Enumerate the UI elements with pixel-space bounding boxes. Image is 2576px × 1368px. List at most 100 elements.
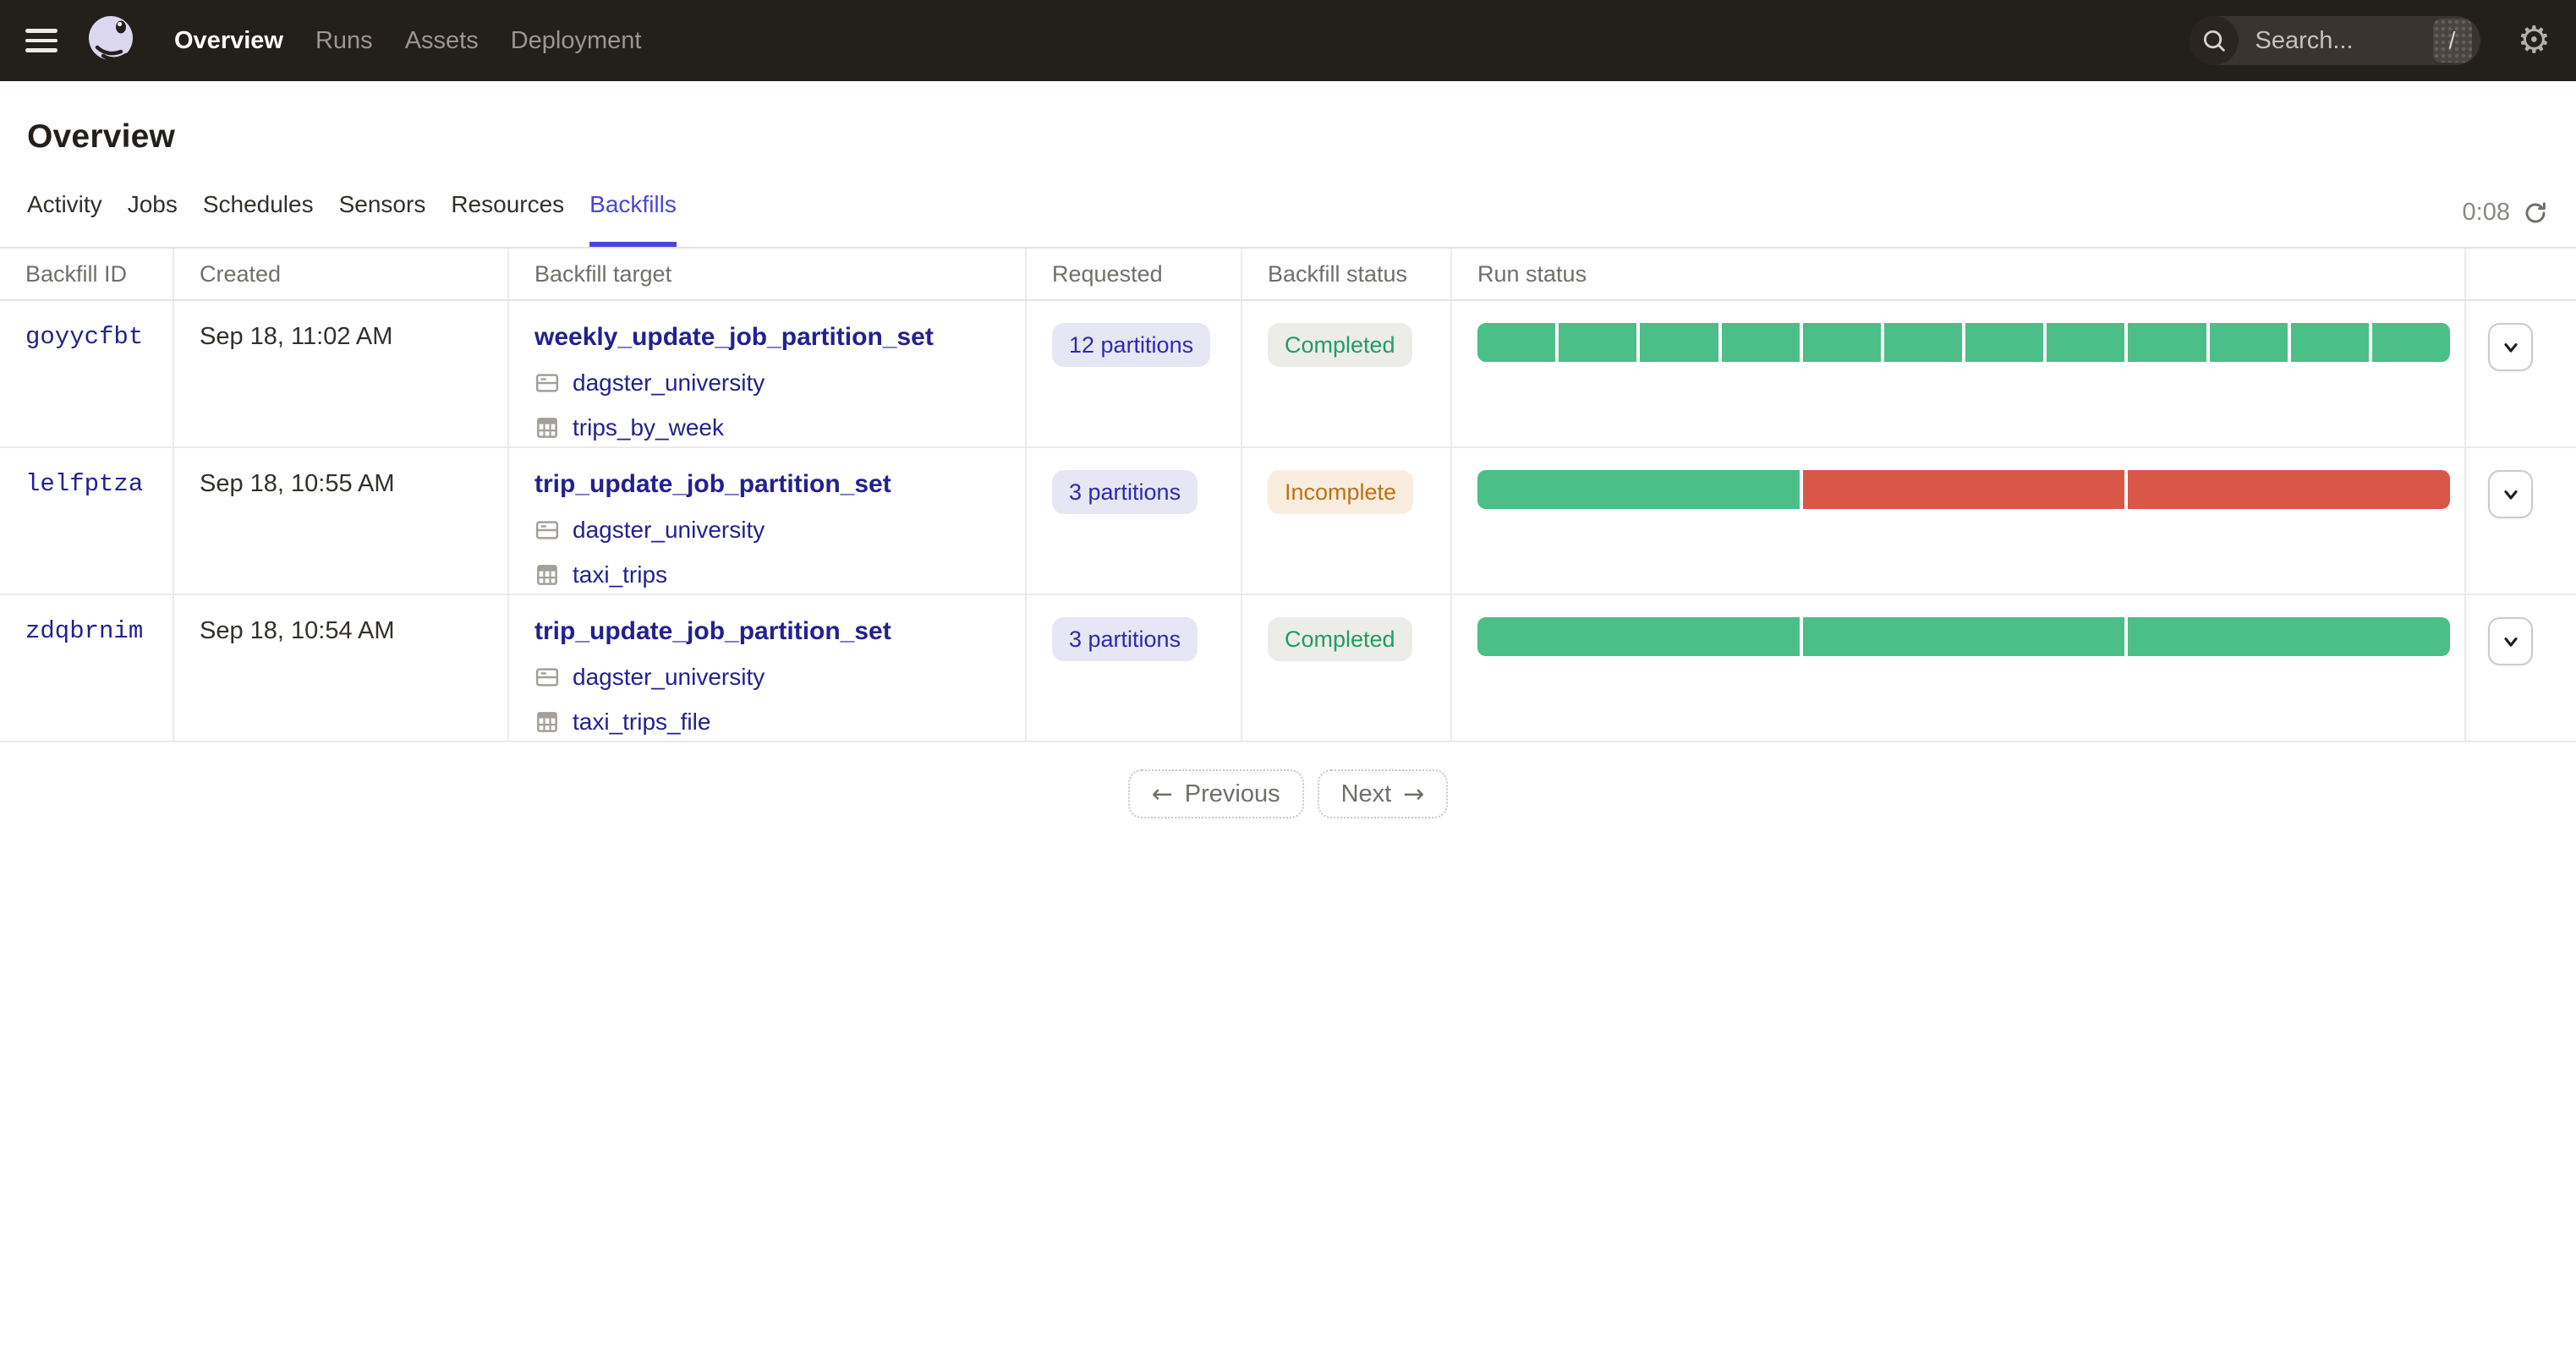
requested-badge[interactable]: 12 partitions xyxy=(1052,323,1211,368)
slash-shortcut-key: / xyxy=(2432,19,2472,63)
requested-badge[interactable]: 3 partitions xyxy=(1052,617,1198,662)
expand-row-button[interactable] xyxy=(2488,470,2533,518)
run-status-bar[interactable] xyxy=(1477,470,2450,509)
asset-link[interactable]: trips_by_week xyxy=(573,414,724,441)
run-segment[interactable] xyxy=(2047,323,2125,362)
table-row: lelfptza Sep 18, 10:55 AM trip_update_job_… xyxy=(0,448,2576,595)
code-location-link[interactable]: dagster_university xyxy=(573,517,765,544)
created-cell: Sep 18, 11:02 AM xyxy=(174,301,509,446)
nav-menu: Overview Runs Assets Deployment xyxy=(174,27,641,55)
requested-cell: 3 partitions xyxy=(1027,448,1242,594)
table-body: goyycfbt Sep 18, 11:02 AM weekly_update_jo… xyxy=(0,301,2576,742)
asset-link[interactable]: taxi_trips_file xyxy=(573,709,710,736)
table-row: zdqbrnim Sep 18, 10:54 AM trip_update_job_… xyxy=(0,595,2576,742)
created-cell: Sep 18, 10:54 AM xyxy=(174,595,509,741)
gear-icon[interactable]: ⚙ xyxy=(2518,22,2551,59)
backfill-id-link[interactable]: lelfptza xyxy=(25,470,143,498)
backfill-status-cell: Completed xyxy=(1242,301,1452,446)
run-segment[interactable] xyxy=(1559,323,1637,362)
asset-table-icon xyxy=(534,709,560,735)
tab-jobs[interactable]: Jobs xyxy=(128,191,178,247)
tab-schedules[interactable]: Schedules xyxy=(203,191,314,247)
col-run-status: Run status xyxy=(1452,249,2466,299)
nav-item-assets[interactable]: Assets xyxy=(405,27,479,55)
requested-badge[interactable]: 3 partitions xyxy=(1052,470,1198,515)
dagster-logo-icon[interactable] xyxy=(85,13,140,68)
run-segment[interactable] xyxy=(1477,323,1556,362)
tab-resources[interactable]: Resources xyxy=(451,191,564,247)
arrow-left-icon: ← xyxy=(1151,779,1173,809)
backfill-status-cell: Incomplete xyxy=(1242,448,1452,594)
run-segment[interactable] xyxy=(1477,617,1800,656)
run-segment[interactable] xyxy=(1640,323,1718,362)
previous-page-button[interactable]: ← Previous xyxy=(1127,769,1304,818)
tab-bar: Activity Jobs Schedules Sensors Resource… xyxy=(27,191,2549,247)
job-icon xyxy=(534,370,560,396)
refresh-icon[interactable] xyxy=(2522,200,2549,227)
nav-item-deployment[interactable]: Deployment xyxy=(511,27,642,55)
backfill-id-link[interactable]: goyycfbt xyxy=(25,323,143,351)
backfill-target-cell: trip_update_job_partition_set dagster_uni… xyxy=(509,448,1027,594)
run-segment[interactable] xyxy=(2128,323,2206,362)
run-segment[interactable] xyxy=(1802,323,1881,362)
actions-cell xyxy=(2466,595,2576,741)
run-segment[interactable] xyxy=(2128,470,2450,509)
run-status-cell xyxy=(1452,448,2466,594)
run-segment[interactable] xyxy=(2371,323,2450,362)
backfill-target-link[interactable]: trip_update_job_partition_set xyxy=(534,470,891,499)
backfills-table: Backfill ID Created Backfill target Requ… xyxy=(0,247,2576,742)
run-segment[interactable] xyxy=(1883,323,1963,362)
run-segment[interactable] xyxy=(1802,470,2125,509)
actions-cell xyxy=(2466,448,2576,594)
col-created: Created xyxy=(174,249,509,299)
top-nav: Overview Runs Assets Deployment Search..… xyxy=(0,0,2576,81)
next-page-button[interactable]: Next → xyxy=(1317,769,1449,818)
run-status-cell xyxy=(1452,301,2466,446)
run-segment[interactable] xyxy=(2290,323,2369,362)
backfill-target-link[interactable]: weekly_update_job_partition_set xyxy=(534,323,934,352)
backfill-target-cell: trip_update_job_partition_set dagster_uni… xyxy=(509,595,1027,741)
page-title: Overview xyxy=(27,118,176,155)
search-icon xyxy=(2189,16,2239,65)
arrow-right-icon: → xyxy=(1403,779,1425,809)
backfill-status-badge: Completed xyxy=(1268,617,1412,662)
backfill-status-badge: Completed xyxy=(1268,323,1412,368)
tab-backfills[interactable]: Backfills xyxy=(589,191,677,247)
created-cell: Sep 18, 10:55 AM xyxy=(174,448,509,594)
nav-item-runs[interactable]: Runs xyxy=(315,27,373,55)
code-location-link[interactable]: dagster_university xyxy=(573,369,765,397)
expand-row-button[interactable] xyxy=(2488,617,2533,665)
table-header-row: Backfill ID Created Backfill target Requ… xyxy=(0,249,2576,301)
run-segment[interactable] xyxy=(1802,617,2125,656)
backfill-status-badge: Incomplete xyxy=(1268,470,1414,515)
backfill-id-cell: goyycfbt xyxy=(0,301,174,446)
expand-row-button[interactable] xyxy=(2488,323,2533,371)
col-backfill-status: Backfill status xyxy=(1242,249,1452,299)
col-backfill-id: Backfill ID xyxy=(0,249,174,299)
asset-table-icon xyxy=(534,562,560,588)
run-status-bar[interactable] xyxy=(1477,617,2450,656)
backfill-id-cell: lelfptza xyxy=(0,448,174,594)
tab-activity[interactable]: Activity xyxy=(27,191,102,247)
run-segment[interactable] xyxy=(1477,470,1800,509)
requested-cell: 3 partitions xyxy=(1027,595,1242,741)
search-input[interactable]: Search... / xyxy=(2189,16,2480,65)
run-status-bar[interactable] xyxy=(1477,323,2450,362)
run-segment[interactable] xyxy=(2209,323,2288,362)
run-segment[interactable] xyxy=(2128,617,2450,656)
requested-cell: 12 partitions xyxy=(1027,301,1242,446)
asset-table-icon xyxy=(534,415,560,440)
backfill-id-link[interactable]: zdqbrnim xyxy=(25,617,143,645)
nav-item-overview[interactable]: Overview xyxy=(174,27,283,55)
code-location-link[interactable]: dagster_university xyxy=(573,664,765,691)
run-segment[interactable] xyxy=(1965,323,2044,362)
tab-sensors[interactable]: Sensors xyxy=(339,191,426,247)
refresh-timer: 0:08 xyxy=(2462,199,2510,226)
backfill-target-link[interactable]: trip_update_job_partition_set xyxy=(534,617,891,646)
run-segment[interactable] xyxy=(1721,323,1800,362)
table-row: goyycfbt Sep 18, 11:02 AM weekly_update_jo… xyxy=(0,301,2576,448)
job-icon xyxy=(534,517,560,543)
col-backfill-target: Backfill target xyxy=(509,249,1027,299)
asset-link[interactable]: taxi_trips xyxy=(573,561,667,588)
menu-icon[interactable] xyxy=(25,29,58,52)
